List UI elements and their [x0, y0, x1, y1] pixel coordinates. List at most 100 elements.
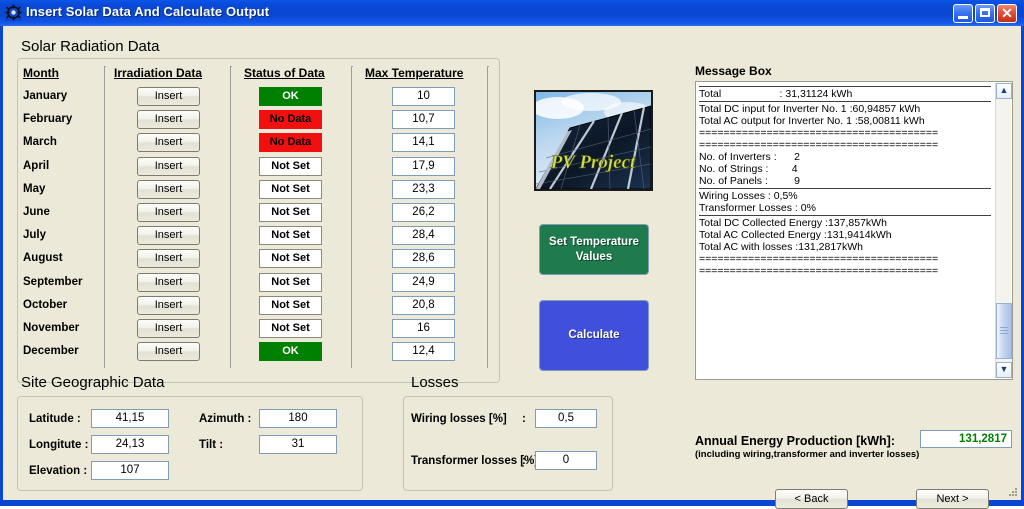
- minimize-icon: [958, 16, 968, 19]
- insert-button[interactable]: Insert: [137, 273, 200, 292]
- column-separator: [230, 66, 232, 368]
- status-badge: Not Set: [259, 157, 322, 176]
- tilt-field[interactable]: 31: [259, 435, 337, 454]
- status-badge: Not Set: [259, 249, 322, 268]
- insert-button[interactable]: Insert: [137, 180, 200, 199]
- chevron-up-icon[interactable]: ▲: [996, 83, 1012, 99]
- latitude-field[interactable]: 41,15: [91, 409, 169, 428]
- column-separator: [487, 66, 489, 368]
- elevation-label: Elevation :: [29, 465, 88, 477]
- next-button[interactable]: Next >: [916, 489, 989, 509]
- annual-energy-subnote: (including wiring,transformer and invert…: [695, 449, 920, 460]
- insert-button[interactable]: Insert: [137, 319, 200, 338]
- message-line: No. of Strings : 4: [699, 163, 798, 175]
- longitude-label: Longitute :: [29, 439, 89, 451]
- max-temperature-field[interactable]: 14,1: [392, 133, 455, 152]
- month-label: November: [23, 322, 80, 334]
- max-temperature-field[interactable]: 24,9: [392, 273, 455, 292]
- message-line: =======================================: [699, 127, 939, 139]
- insert-button[interactable]: Insert: [137, 110, 200, 129]
- message-divider: [699, 215, 991, 216]
- longitude-field[interactable]: 24,13: [91, 435, 169, 454]
- insert-button[interactable]: Insert: [137, 342, 200, 361]
- application-window: Insert Solar Data And Calculate Output ✕…: [0, 0, 1024, 509]
- minimize-button[interactable]: [953, 4, 973, 23]
- message-line: =======================================: [699, 265, 939, 277]
- message-divider: [699, 86, 991, 87]
- client-area: Solar Radiation Data Month Irradiation D…: [3, 26, 1021, 509]
- insert-button[interactable]: Insert: [137, 296, 200, 315]
- message-box[interactable]: Total : 31,31124 kWh Total DC input for I…: [695, 81, 1013, 380]
- set-temperature-values-button[interactable]: Set Temperature Values: [539, 224, 649, 275]
- month-label: April: [23, 160, 50, 172]
- azimuth-field[interactable]: 180: [259, 409, 337, 428]
- insert-button[interactable]: Insert: [137, 249, 200, 268]
- max-temperature-field[interactable]: 23,3: [392, 180, 455, 199]
- status-badge: Not Set: [259, 180, 322, 199]
- calculate-button[interactable]: Calculate: [539, 300, 649, 371]
- status-badge: No Data: [259, 110, 322, 129]
- tilt-label: Tilt :: [199, 439, 224, 451]
- month-label: January: [23, 90, 68, 102]
- site-geographic-title: Site Geographic Data: [21, 374, 165, 391]
- elevation-field[interactable]: 107: [91, 461, 169, 480]
- max-temperature-field[interactable]: 28,6: [392, 249, 455, 268]
- insert-button[interactable]: Insert: [137, 87, 200, 106]
- month-label: October: [23, 299, 68, 311]
- message-line: No. of Inverters : 2: [699, 151, 800, 163]
- max-temperature-field[interactable]: 26,2: [392, 203, 455, 222]
- latitude-label: Latitude :: [29, 413, 81, 425]
- month-label: December: [23, 345, 79, 357]
- message-box-label: Message Box: [695, 64, 772, 78]
- max-temperature-field[interactable]: 28,4: [392, 226, 455, 245]
- transformer-losses-field[interactable]: 0: [535, 451, 597, 470]
- message-line: Total AC with losses :131,2817kWh: [699, 241, 864, 253]
- solar-radiation-title: Solar Radiation Data: [21, 38, 160, 55]
- status-badge: Not Set: [259, 319, 322, 338]
- column-header-irradiation: Irradiation Data: [114, 66, 203, 80]
- wiring-losses-field[interactable]: 0,5: [535, 409, 597, 428]
- month-label: September: [23, 276, 83, 288]
- scrollbar-thumb[interactable]: [996, 303, 1012, 359]
- message-divider: [699, 101, 991, 102]
- max-temperature-field[interactable]: 10,7: [392, 110, 455, 129]
- insert-button[interactable]: Insert: [137, 133, 200, 152]
- transformer-losses-label: Transformer losses [%]: [411, 455, 539, 467]
- column-separator: [351, 66, 353, 368]
- column-header-month: Month: [23, 66, 59, 80]
- close-button[interactable]: ✕: [997, 4, 1017, 23]
- insert-button[interactable]: Insert: [137, 157, 200, 176]
- month-label: March: [23, 136, 57, 148]
- max-temperature-field[interactable]: 12,4: [392, 342, 455, 361]
- column-header-status: Status of Data: [244, 66, 325, 80]
- message-box-scrollbar[interactable]: ▲ ▼: [995, 83, 1012, 378]
- max-temperature-field[interactable]: 20,8: [392, 296, 455, 315]
- message-divider: [699, 188, 991, 189]
- month-label: July: [23, 229, 47, 241]
- chevron-down-icon[interactable]: ▼: [996, 362, 1012, 378]
- losses-title: Losses: [411, 374, 459, 391]
- window-title: Insert Solar Data And Calculate Output: [26, 4, 270, 19]
- status-badge: No Data: [259, 133, 322, 152]
- month-label: June: [23, 206, 50, 218]
- status-badge: Not Set: [259, 203, 322, 222]
- message-line: Wiring Losses : 0,5%: [699, 190, 798, 202]
- max-temperature-field[interactable]: 10: [392, 87, 455, 106]
- message-line: =======================================: [699, 139, 939, 151]
- maximize-icon: [980, 8, 990, 17]
- column-header-max-temp: Max Temperature: [365, 66, 464, 80]
- status-badge: Not Set: [259, 226, 322, 245]
- insert-button[interactable]: Insert: [137, 226, 200, 245]
- back-button[interactable]: < Back: [775, 489, 848, 509]
- max-temperature-field[interactable]: 16: [392, 319, 455, 338]
- message-line: No. of Panels : 9: [699, 175, 800, 187]
- message-line: Total AC Collected Energy :131,9414kWh: [699, 229, 892, 241]
- resize-grip[interactable]: [1005, 485, 1019, 499]
- wiring-losses-label: Wiring losses [%]: [411, 413, 507, 425]
- maximize-button[interactable]: [975, 4, 995, 23]
- insert-button[interactable]: Insert: [137, 203, 200, 222]
- status-badge: Not Set: [259, 296, 322, 315]
- max-temperature-field[interactable]: 17,9: [392, 157, 455, 176]
- message-line: Transformer Losses : 0%: [699, 202, 816, 214]
- wiring-losses-separator: :: [522, 413, 526, 425]
